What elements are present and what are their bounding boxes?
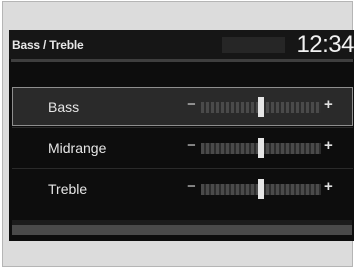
- bass-level-knob[interactable]: [258, 97, 264, 117]
- setting-label-midrange: Midrange: [48, 140, 107, 156]
- header-divider: [11, 59, 353, 62]
- setting-row-bass[interactable]: Bass − +: [12, 87, 353, 126]
- setting-row-treble[interactable]: Treble − +: [12, 169, 353, 208]
- setting-label-treble: Treble: [48, 181, 88, 197]
- increase-treble-button[interactable]: +: [324, 178, 333, 195]
- treble-level-knob[interactable]: [258, 179, 264, 199]
- page-title: Bass / Treble: [12, 38, 84, 52]
- setting-row-midrange[interactable]: Midrange − +: [12, 128, 353, 167]
- setting-label-bass: Bass: [48, 99, 80, 115]
- footer-divider: [12, 225, 352, 235]
- midrange-level-knob[interactable]: [258, 138, 264, 158]
- audio-screen: Bass / Treble 12:34 Bass − + Midrange − …: [9, 30, 354, 241]
- decrease-bass-button[interactable]: −: [187, 96, 196, 113]
- header-bar: Bass / Treble 12:34: [9, 30, 354, 59]
- increase-midrange-button[interactable]: +: [324, 137, 333, 154]
- status-area: [222, 37, 285, 53]
- increase-bass-button[interactable]: +: [324, 96, 333, 113]
- decrease-midrange-button[interactable]: −: [187, 137, 196, 154]
- decrease-treble-button[interactable]: −: [187, 178, 196, 195]
- clock: 12:34: [296, 31, 354, 58]
